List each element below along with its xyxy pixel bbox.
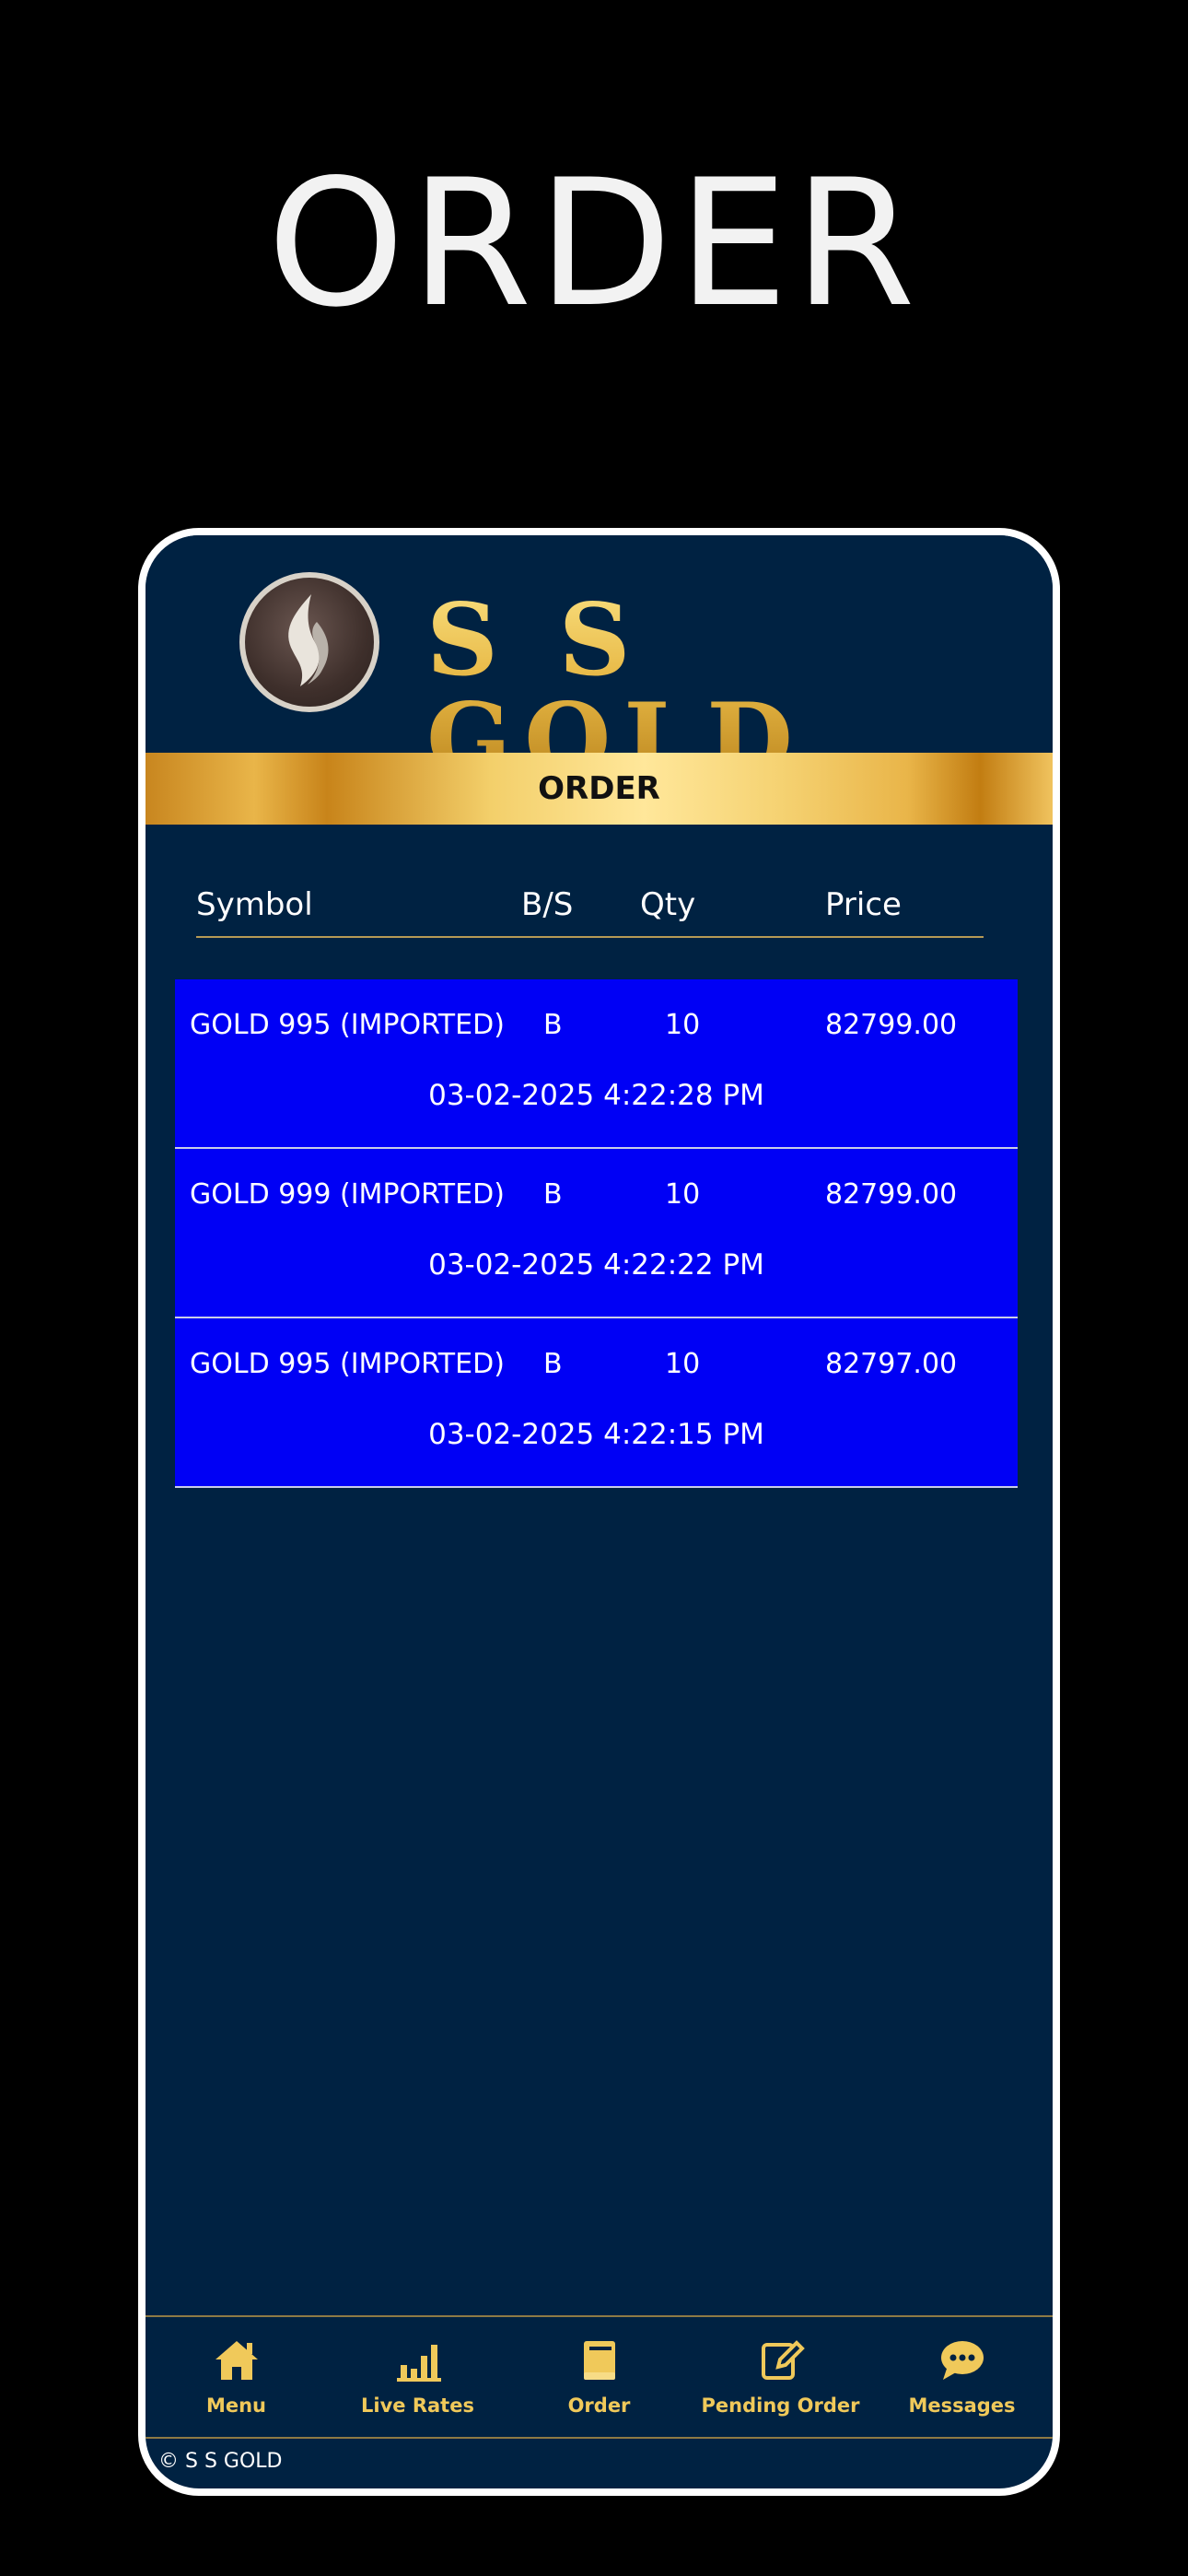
book-icon — [583, 2341, 615, 2380]
nav-label-menu: Menu — [205, 2395, 267, 2417]
order-qty: 10 — [665, 1348, 701, 1380]
home-icon — [215, 2341, 258, 2380]
order-qty: 10 — [665, 1009, 701, 1041]
app-header: S S GOLD — [146, 535, 1053, 790]
order-side: B — [543, 1178, 563, 1211]
footer-copyright: © S S GOLD — [158, 2450, 283, 2473]
nav-label-messages: Messages — [908, 2395, 1016, 2417]
column-price: Price — [825, 886, 902, 923]
order-time: 03-02-2025 4:22:15 PM — [428, 1418, 764, 1451]
brand-logo-icon — [239, 572, 379, 712]
order-price: 82797.00 — [825, 1348, 958, 1380]
order-symbol: GOLD 995 (IMPORTED) — [190, 1009, 505, 1041]
chat-icon — [940, 2341, 984, 2380]
order-qty: 10 — [665, 1178, 701, 1211]
page-title: ORDER — [538, 770, 660, 807]
order-side: B — [543, 1009, 563, 1041]
hero-title: ORDER — [267, 142, 921, 345]
order-time: 03-02-2025 4:22:28 PM — [428, 1079, 764, 1112]
order-price: 82799.00 — [825, 1178, 958, 1211]
order-list: GOLD 995 (IMPORTED) B 10 82799.00 03-02-… — [175, 979, 1018, 1488]
order-symbol: GOLD 999 (IMPORTED) — [190, 1178, 505, 1211]
nav-item-menu[interactable]: Menu — [146, 2317, 327, 2437]
bar-chart-icon — [396, 2345, 441, 2382]
page-title-banner: ORDER — [146, 753, 1053, 825]
order-row[interactable]: GOLD 995 (IMPORTED) B 10 82799.00 03-02-… — [175, 979, 1018, 1149]
nav-label-order: Order — [567, 2395, 631, 2417]
order-price: 82799.00 — [825, 1009, 958, 1041]
column-symbol: Symbol — [196, 886, 313, 923]
nav-item-live-rates[interactable]: Live Rates — [327, 2317, 508, 2437]
nav-label-live-rates: Live Rates — [361, 2395, 474, 2417]
order-symbol: GOLD 995 (IMPORTED) — [190, 1348, 505, 1380]
order-time: 03-02-2025 4:22:22 PM — [428, 1248, 764, 1282]
column-qty: Qty — [640, 886, 696, 923]
order-side: B — [543, 1348, 563, 1380]
order-row[interactable]: GOLD 999 (IMPORTED) B 10 82799.00 03-02-… — [175, 1149, 1018, 1318]
phone-frame: S S GOLD ORDER Symbol B/S Qty Price GOLD… — [138, 528, 1060, 2496]
table-header: Symbol B/S Qty Price — [196, 881, 984, 938]
nav-item-order[interactable]: Order — [508, 2317, 690, 2437]
order-row[interactable]: GOLD 995 (IMPORTED) B 10 82797.00 03-02-… — [175, 1318, 1018, 1488]
nav-item-messages[interactable]: Messages — [871, 2317, 1053, 2437]
bottom-nav: Menu Live Rates Order Pending Order Mess… — [146, 2315, 1053, 2439]
edit-icon — [761, 2340, 805, 2380]
column-bs: B/S — [521, 886, 574, 923]
nav-item-pending-order[interactable]: Pending Order — [690, 2317, 871, 2437]
nav-label-pending-order: Pending Order — [701, 2395, 860, 2417]
